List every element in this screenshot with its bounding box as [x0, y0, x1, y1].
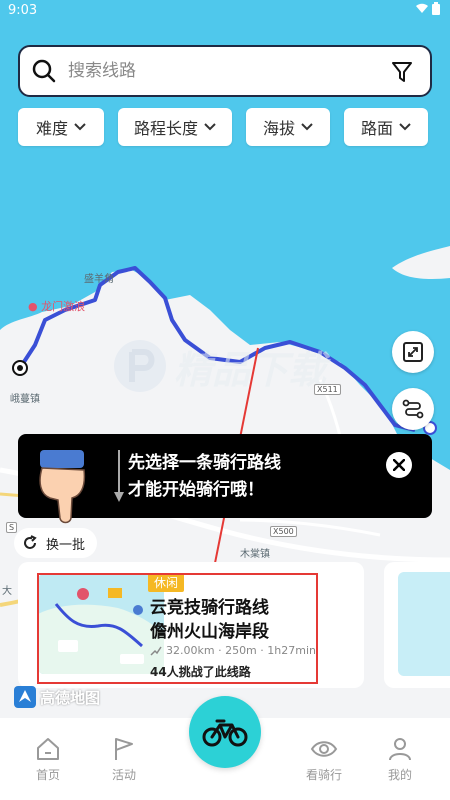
- filter-surface[interactable]: 路面: [344, 108, 428, 146]
- refresh-icon: [24, 535, 37, 549]
- route-thumbnail-next: [398, 572, 450, 676]
- route-icon: [402, 399, 424, 419]
- filter-difficulty-label: 难度: [35, 119, 68, 138]
- expand-icon: [403, 342, 423, 362]
- nav-mine-label: 我的: [387, 768, 412, 782]
- status-bar: 9:03: [0, 0, 450, 22]
- nav-activity-label: 活动: [111, 768, 136, 782]
- chevron-down-icon: [301, 123, 313, 131]
- map-label-place3: 峨蔓镇: [10, 394, 40, 405]
- route-card-next[interactable]: [384, 562, 450, 688]
- map-label-place2: 龙门激浪: [41, 300, 86, 313]
- home-icon: [37, 738, 59, 760]
- bicycle-icon: [202, 719, 248, 747]
- nav-watch-label: 看骑行: [305, 768, 342, 782]
- filter-surface-label: 路面: [360, 119, 393, 138]
- map-provider-logo: 高德地图: [14, 686, 100, 708]
- watermark-text: 精品下载: [174, 347, 327, 392]
- refresh-label: 换一批: [46, 537, 86, 553]
- flag-icon: [115, 738, 133, 760]
- road-tag-s: S: [6, 522, 18, 533]
- route-toggle-button[interactable]: [392, 388, 434, 430]
- filter-distance-label: 路程长度: [133, 119, 198, 138]
- tip-line2: 才能开始骑行哦！: [128, 480, 264, 500]
- tip-line1: 先选择一条骑行路线: [128, 453, 281, 473]
- filter-altitude-label: 海拔: [262, 119, 295, 138]
- filter-distance[interactable]: 路程长度: [118, 108, 232, 146]
- tip-text: 先选择一条骑行路线 才能开始骑行哦！: [128, 450, 281, 504]
- wifi-icon: [416, 3, 428, 13]
- road-tag-x500: X500: [270, 526, 297, 537]
- status-time: 9:03: [8, 3, 38, 18]
- refresh-button[interactable]: 换一批: [14, 528, 98, 558]
- road-tag-x511: X511: [314, 384, 341, 395]
- map-provider-text: 高德地图: [40, 688, 101, 707]
- chevron-down-icon: [74, 123, 86, 131]
- nav-home[interactable]: 首页: [18, 736, 78, 783]
- filter-icon[interactable]: [392, 61, 412, 83]
- down-arrow-icon: [114, 450, 124, 502]
- chevron-down-icon: [204, 123, 216, 131]
- gaode-logo-icon: [14, 686, 36, 708]
- nav-activity[interactable]: 活动: [94, 736, 154, 783]
- watermark: 精品下载: [110, 336, 326, 396]
- fullscreen-button[interactable]: [392, 331, 434, 373]
- filter-difficulty[interactable]: 难度: [18, 108, 104, 146]
- nav-mine[interactable]: 我的: [370, 736, 430, 783]
- filter-altitude[interactable]: 海拔: [246, 108, 330, 146]
- search-input[interactable]: [68, 61, 368, 81]
- map-label-place1: 盛羊角: [84, 274, 114, 285]
- search-bar[interactable]: [18, 45, 432, 97]
- map-poi-label: ● 龙门激浪: [28, 300, 86, 313]
- battery-icon: [432, 2, 440, 15]
- pointing-hand-icon: [39, 450, 86, 524]
- eye-icon: [310, 741, 338, 757]
- chevron-down-icon: [399, 123, 411, 131]
- close-icon: [393, 459, 405, 471]
- map-label-place4: 木棠镇: [240, 549, 270, 560]
- highlight-box: [37, 573, 318, 684]
- nav-watch[interactable]: 看骑行: [294, 736, 354, 783]
- watermark-logo-icon: [114, 340, 166, 392]
- map-label-place5: 大: [2, 586, 12, 597]
- tip-close-button[interactable]: [386, 452, 412, 478]
- user-icon: [389, 738, 411, 761]
- status-icons: [416, 2, 440, 15]
- nav-home-label: 首页: [35, 768, 60, 782]
- filter-row: 难度 路程长度 海拔 路面: [18, 108, 432, 146]
- start-ride-button[interactable]: [189, 696, 261, 768]
- search-icon: [32, 59, 56, 83]
